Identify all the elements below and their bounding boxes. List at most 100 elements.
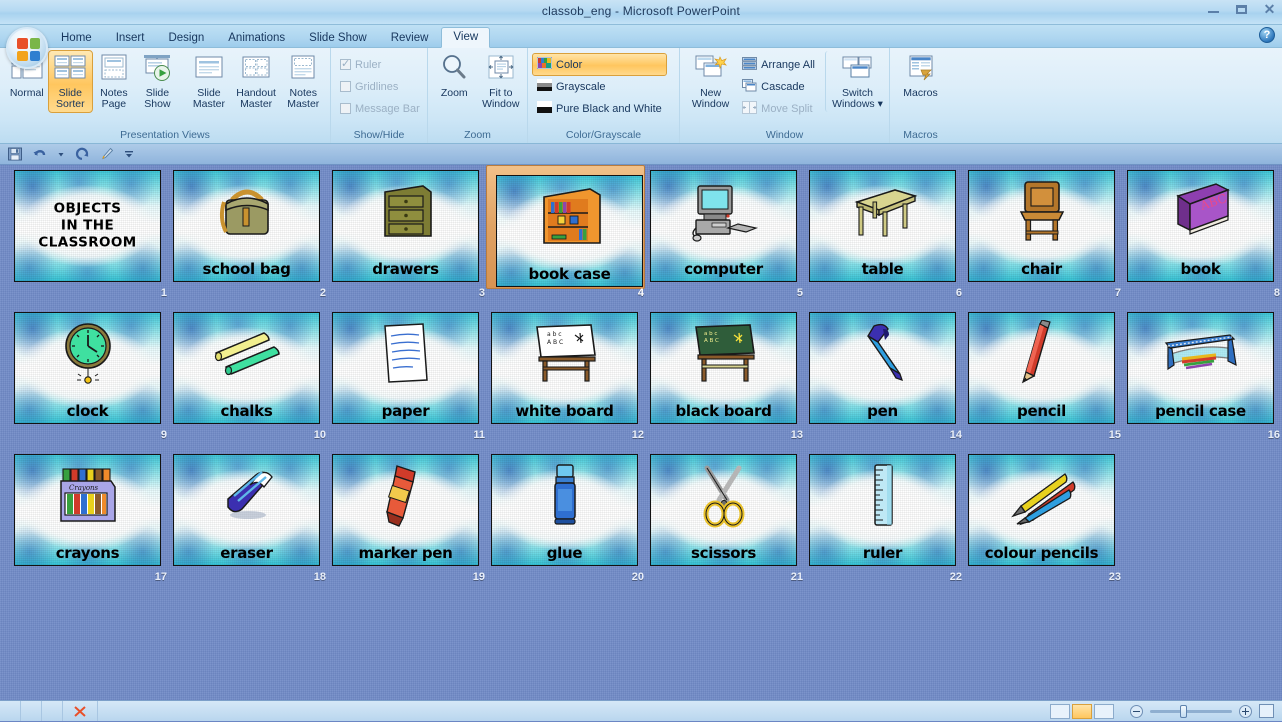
zoom-slider-thumb[interactable] <box>1180 704 1187 718</box>
fit-to-window-button[interactable]: Fit to Window <box>480 51 523 112</box>
tab-design[interactable]: Design <box>157 29 215 48</box>
slide-thumbnail[interactable]: glue <box>491 454 638 566</box>
slide-cell[interactable]: pencil 15 <box>968 312 1127 454</box>
slide-cell[interactable]: chalks 10 <box>173 312 332 454</box>
slide-thumbnail[interactable]: pencil <box>968 312 1115 424</box>
tab-slide-show[interactable]: Slide Show <box>298 29 378 48</box>
fit-slide-to-window-button[interactable] <box>1259 704 1274 718</box>
move-split-button[interactable]: Move Split <box>738 98 819 119</box>
slide-thumbnail[interactable]: eraser <box>173 454 320 566</box>
group-title-window: Window <box>765 129 804 141</box>
slide-thumbnail[interactable]: Crayons crayons <box>14 454 161 566</box>
slide-sorter-button[interactable]: Slide Sorter <box>47 50 94 113</box>
tab-review[interactable]: Review <box>380 29 440 48</box>
zoom-slider[interactable] <box>1150 704 1232 718</box>
slide-thumbnail[interactable]: OBJECTS IN THE CLASSROOM <box>14 170 161 282</box>
slide-cell[interactable]: school bag 2 <box>173 170 332 312</box>
slide-cell[interactable]: pen 14 <box>809 312 968 454</box>
slide-thumbnail[interactable]: chalks <box>173 312 320 424</box>
tab-animations[interactable]: Animations <box>217 29 296 48</box>
slide-cell[interactable]: ruler 22 <box>809 454 968 596</box>
notes-page-button[interactable]: Notes Page <box>92 51 136 112</box>
handout-master-label-2: Master <box>240 98 273 110</box>
handout-master-button[interactable]: Handout Master <box>231 51 282 112</box>
slide-thumbnail[interactable]: ABC book <box>1127 170 1274 282</box>
slide-thumbnail[interactable]: ruler <box>809 454 956 566</box>
undo-icon[interactable] <box>32 146 48 162</box>
view-normal-button[interactable] <box>1050 703 1070 719</box>
switch-windows-button[interactable]: Switch Windows ▾ <box>824 51 884 112</box>
slide-cell[interactable]: eraser 18 <box>173 454 332 596</box>
tab-home[interactable]: Home <box>50 29 103 48</box>
checkbox-icon[interactable] <box>340 103 351 114</box>
slide-cell[interactable]: OBJECTS IN THE CLASSROOM 1 <box>14 170 173 312</box>
redo-icon[interactable] <box>74 146 90 162</box>
format-painter-icon[interactable] <box>99 146 115 162</box>
slide-cell[interactable]: pencil case 16 <box>1127 312 1282 454</box>
slide-cell[interactable]: chair 7 <box>968 170 1127 312</box>
arrange-all-button[interactable]: Arrange All <box>738 54 819 75</box>
slide-cell[interactable]: Crayons crayons 17 <box>14 454 173 596</box>
office-button[interactable] <box>6 27 48 69</box>
slide-cell[interactable]: computer 5 <box>650 170 809 312</box>
slide-cell[interactable]: colour pencils 23 <box>968 454 1127 596</box>
slide-cell[interactable]: ABC book 8 <box>1127 170 1282 312</box>
status-spellcheck-icon[interactable] <box>63 701 98 721</box>
save-icon[interactable] <box>7 146 23 162</box>
slide-cell[interactable]: clock 9 <box>14 312 173 454</box>
slide-show-button[interactable]: Slide Show <box>136 51 180 112</box>
checkbox-icon[interactable] <box>340 81 351 92</box>
zoom-out-button[interactable] <box>1130 704 1143 718</box>
slide-cell[interactable]: marker pen 19 <box>332 454 491 596</box>
notes-master-button[interactable]: Notes Master <box>282 51 326 112</box>
macros-button[interactable]: Macros <box>897 51 945 101</box>
slide-thumbnail[interactable]: book case <box>496 175 643 287</box>
slide-thumbnail[interactable]: clock <box>14 312 161 424</box>
cascade-button[interactable]: Cascade <box>738 76 819 97</box>
slide-master-button[interactable]: Slide Master <box>187 51 231 112</box>
view-slide-sorter-button[interactable] <box>1072 703 1092 719</box>
pure-black-white-mode-button[interactable]: Pure Black and White <box>533 98 666 119</box>
view-slide-show-button[interactable] <box>1094 703 1114 719</box>
slide-thumbnail[interactable]: pencil case <box>1127 312 1274 424</box>
slide-cell[interactable]: glue 20 <box>491 454 650 596</box>
grayscale-mode-button[interactable]: Grayscale <box>533 76 666 97</box>
new-window-button[interactable]: New Window <box>685 51 736 112</box>
close-button[interactable]: ✕ <box>1261 2 1278 17</box>
slide-thumbnail[interactable]: a b c A B C black board <box>650 312 797 424</box>
slide-sorter-workspace[interactable]: OBJECTS IN THE CLASSROOM 1 school bag 2 draw… <box>0 165 1282 721</box>
message-bar-checkbox-row[interactable]: Message Bar <box>336 98 424 119</box>
minimize-button[interactable] <box>1205 2 1222 17</box>
slide-cell[interactable]: a b c A B C black board 13 <box>650 312 809 454</box>
slide-thumbnail[interactable]: drawers <box>332 170 479 282</box>
slide-thumbnail[interactable]: pen <box>809 312 956 424</box>
slide-thumbnail[interactable]: school bag <box>173 170 320 282</box>
slide-cell[interactable]: table 6 <box>809 170 968 312</box>
slide-cell[interactable]: scissors 21 <box>650 454 809 596</box>
table-clipart <box>810 175 955 247</box>
slide-cell[interactable]: book case 4 <box>486 165 650 312</box>
slide-thumbnail[interactable]: scissors <box>650 454 797 566</box>
slide-thumbnail[interactable]: a b c A B C white board <box>491 312 638 424</box>
customize-qat-icon[interactable] <box>124 146 134 162</box>
slide-cell[interactable]: a b c A B C white board 12 <box>491 312 650 454</box>
slide-thumbnail[interactable]: table <box>809 170 956 282</box>
checkbox-icon[interactable] <box>340 57 351 70</box>
ruler-checkbox-row[interactable]: Ruler <box>336 54 424 75</box>
slide-thumbnail[interactable]: marker pen <box>332 454 479 566</box>
restore-button[interactable] <box>1233 2 1250 17</box>
undo-dropdown-icon[interactable] <box>57 146 65 162</box>
help-icon[interactable]: ? <box>1259 27 1275 43</box>
slide-thumbnail[interactable]: computer <box>650 170 797 282</box>
tab-view[interactable]: View <box>441 27 491 48</box>
color-mode-button[interactable]: Color <box>532 53 667 76</box>
zoom-button[interactable]: Zoom <box>433 51 476 101</box>
slide-thumbnail[interactable]: colour pencils <box>968 454 1115 566</box>
gridlines-checkbox-row[interactable]: Gridlines <box>336 76 424 97</box>
slide-thumbnail[interactable]: chair <box>968 170 1115 282</box>
slide-thumbnail[interactable]: paper <box>332 312 479 424</box>
slide-cell[interactable]: paper 11 <box>332 312 491 454</box>
zoom-in-button[interactable] <box>1239 704 1252 718</box>
tab-insert[interactable]: Insert <box>105 29 156 48</box>
slide-cell[interactable]: drawers 3 <box>332 170 491 312</box>
